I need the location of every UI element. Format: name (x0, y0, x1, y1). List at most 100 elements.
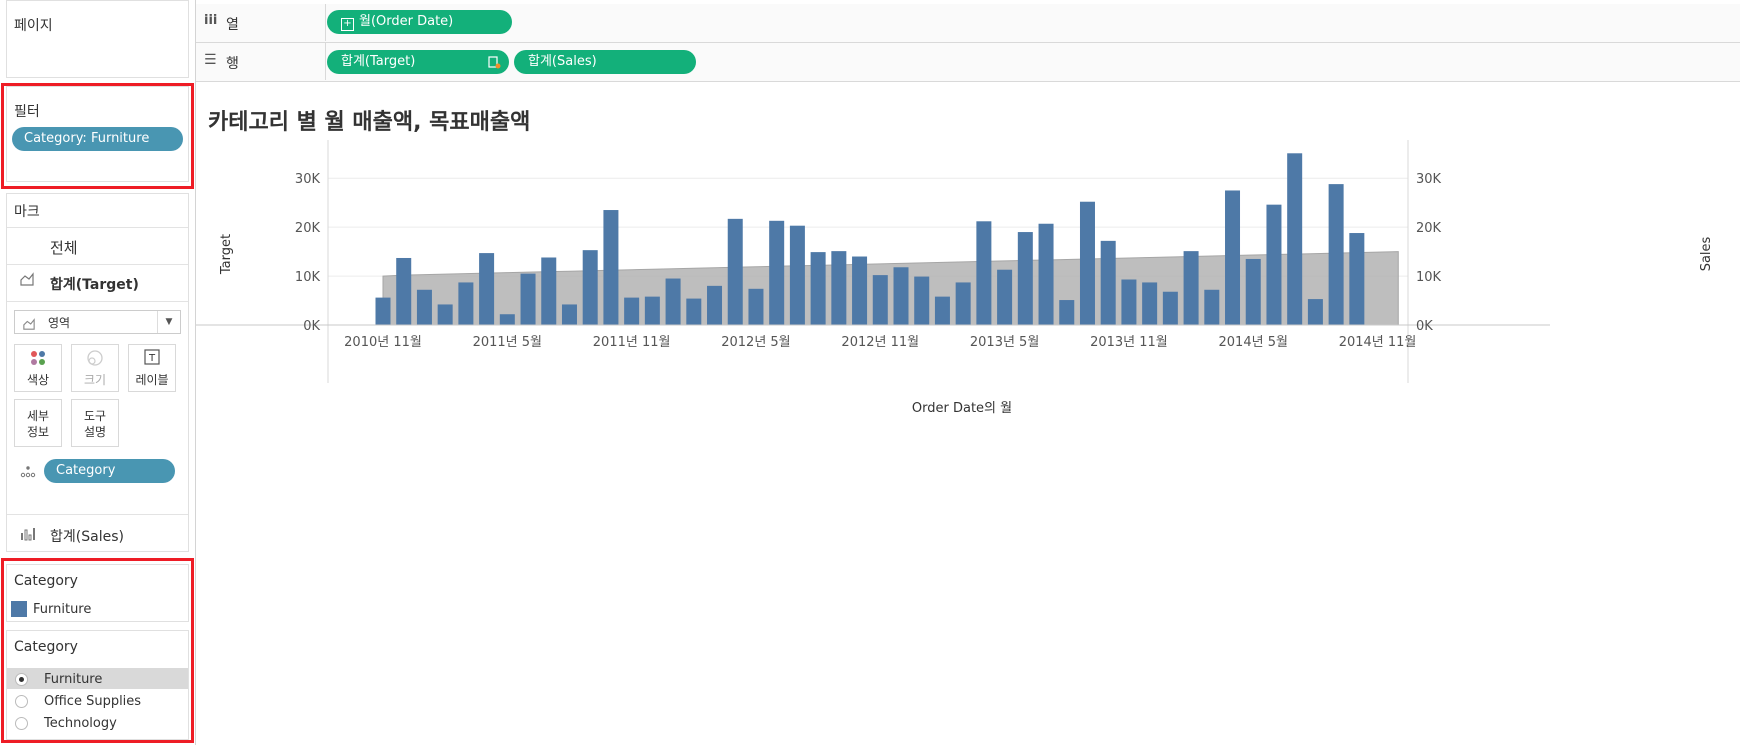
x-tick-label: 2014년 5월 (1219, 335, 1288, 350)
sales-bar (624, 297, 640, 325)
y2-tick-label: 10K (1416, 270, 1442, 285)
area-chart-icon (20, 272, 34, 290)
color-palette-icon (15, 349, 61, 371)
sales-bar (1162, 291, 1178, 325)
filters-highlight-box (1, 83, 194, 189)
sales-bar (831, 251, 847, 325)
sales-bar (603, 210, 619, 325)
y-tick-label: 10K (295, 270, 321, 285)
pill-sum-target-label: 합계(Target) (341, 54, 416, 69)
sales-bar (997, 269, 1013, 325)
sales-bar (479, 253, 495, 325)
chevron-down-icon[interactable]: ▼ (157, 311, 180, 333)
sales-bar (1100, 240, 1116, 325)
columns-shelf-label: iii 열 (196, 4, 326, 41)
detail-button-label-2: 정보 (26, 425, 50, 439)
color-button-label: 색상 (26, 373, 50, 387)
sales-bar (1183, 251, 1199, 325)
category-pill[interactable]: Category (44, 459, 175, 483)
expand-plus-icon[interactable]: + (341, 18, 354, 31)
area-mark-icon (23, 315, 35, 334)
y2-axis-label: Sales (1699, 236, 1714, 271)
chart: 0K 0K 10K 10K 20K 20K 30K 30K 2010년 11월 2011년 5월 2… (196, 140, 1714, 416)
sales-bar (748, 288, 764, 325)
mark-type-dropdown[interactable]: 영역 ▼ (14, 310, 181, 334)
sales-bar (914, 276, 930, 325)
x-tick-label: 2014년 11월 (1339, 335, 1417, 350)
bar-chart-icon (20, 526, 36, 545)
sales-bar (934, 296, 950, 325)
tooltip-button-label-1: 도구 (83, 409, 107, 423)
sales-bar (416, 289, 432, 325)
y-axis-label: Target (219, 234, 234, 275)
pill-sum-sales[interactable]: 합계(Sales) (514, 50, 696, 74)
y2-tick-label: 20K (1416, 221, 1442, 236)
sales-bar (1017, 232, 1033, 325)
x-tick-label: 2010년 11월 (344, 335, 422, 350)
sales-bar (1349, 233, 1365, 325)
sales-bar (458, 282, 474, 325)
marks-card: 마크 전체 합계(Target) 영역 ▼ 색상 크기 T 레이블 세부 정보 … (6, 193, 189, 552)
sales-bar (665, 278, 681, 325)
sales-bar (1059, 300, 1075, 325)
sales-bar (1245, 258, 1261, 325)
x-axis-label: Order Date의 월 (912, 401, 1012, 416)
sales-bar (1121, 279, 1137, 325)
marks-target-tab[interactable]: 합계(Target) (50, 274, 139, 294)
color-button[interactable]: 색상 (14, 344, 62, 392)
columns-shelf[interactable]: iii 열 + 월(Order Date) (196, 4, 1740, 43)
marks-title: 마크 (14, 204, 40, 220)
sales-bar (789, 225, 805, 325)
marks-sales-tab[interactable]: 합계(Sales) (50, 526, 124, 546)
pill-month-order-date[interactable]: + 월(Order Date) (327, 10, 512, 34)
size-button[interactable]: 크기 (71, 344, 119, 392)
mark-type-value: 영역 (48, 316, 71, 330)
sales-bar (769, 220, 785, 325)
detail-dots-icon (20, 464, 36, 483)
sales-bar (976, 221, 992, 325)
sales-bar (375, 297, 391, 325)
sales-bar (644, 296, 660, 325)
sales-bar (499, 314, 515, 325)
sales-bar (1079, 201, 1095, 325)
sales-bar (1142, 282, 1158, 325)
columns-label-text: 열 (226, 17, 239, 33)
rows-shelf[interactable]: ☰ 행 합계(Target) 합계(Sales) (196, 43, 1740, 82)
detail-button[interactable]: 세부 정보 (14, 399, 62, 447)
size-button-label: 크기 (83, 373, 107, 387)
y-tick-label: 0K (303, 319, 320, 334)
marks-all-tab[interactable]: 전체 (50, 237, 78, 258)
sales-bar (810, 252, 826, 325)
label-button-label: 레이블 (135, 373, 169, 387)
x-tick-label: 2012년 11월 (841, 335, 919, 350)
sales-bar (1266, 204, 1282, 325)
size-icon (72, 349, 118, 371)
rows-list-icon: ☰ (204, 52, 217, 68)
sales-bar (437, 304, 453, 325)
y-tick-label: 20K (295, 221, 321, 236)
sales-bar (1204, 289, 1220, 325)
sales-bar (582, 250, 598, 325)
sales-bar (686, 298, 702, 325)
text-label-icon: T (129, 349, 175, 371)
sales-bar (520, 273, 536, 325)
pill-month-order-date-label: 월(Order Date) (359, 14, 454, 29)
rows-shelf-label: ☰ 행 (196, 43, 326, 80)
tooltip-button[interactable]: 도구 설명 (71, 399, 119, 447)
svg-text:T: T (148, 353, 156, 364)
y2-tick-label: 30K (1416, 172, 1442, 187)
pill-sum-target[interactable]: 합계(Target) (327, 50, 509, 74)
columns-icon: iii (204, 13, 218, 28)
y2-tick-label: 0K (1416, 319, 1433, 334)
pages-title: 페이지 (14, 18, 53, 34)
sales-bar (1225, 190, 1241, 325)
sales-bar (727, 218, 743, 325)
dual-axis-icon (487, 50, 501, 74)
sales-bar (1038, 223, 1054, 325)
sales-bar (955, 282, 971, 325)
pages-card[interactable]: 페이지 (6, 0, 189, 78)
sales-bar (872, 275, 888, 325)
rows-label-text: 행 (226, 56, 239, 72)
tooltip-button-label-2: 설명 (83, 425, 107, 439)
label-button[interactable]: T 레이블 (128, 344, 176, 392)
